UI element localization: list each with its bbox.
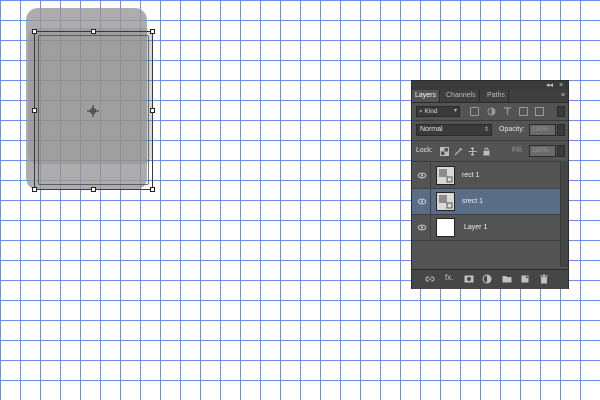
shape-thumbnail-icon — [437, 193, 454, 210]
tab-layers[interactable]: Layers — [412, 90, 441, 102]
layer-thumbnail — [436, 192, 455, 211]
blend-mode-value: Normal — [420, 126, 443, 133]
visibility-eye-icon[interactable] — [414, 163, 431, 188]
lock-all-icon[interactable] — [482, 147, 491, 156]
layer-thumbnail — [436, 166, 455, 185]
tab-channels[interactable]: Channels — [443, 90, 480, 102]
lock-transparent-pixels-icon[interactable] — [440, 147, 449, 156]
fill-label: Fill: — [512, 147, 523, 154]
panel-divider — [412, 161, 568, 162]
new-layer-icon[interactable] — [520, 274, 530, 284]
layer-row-rect-1[interactable]: rect 1 — [412, 163, 560, 189]
mask-icon[interactable] — [464, 274, 474, 284]
transform-handle-left[interactable] — [32, 108, 37, 113]
filter-kind-select[interactable]: ⌕ Kind ▾ — [416, 106, 460, 117]
folder-icon[interactable] — [502, 274, 512, 284]
filter-kind-label: Kind — [424, 108, 438, 115]
transform-handle-top[interactable] — [91, 29, 96, 34]
tab-paths[interactable]: Paths — [484, 90, 509, 102]
layers-panel: ◂◂ × Layers Channels Paths ≡ ⌕ Kind ▾ No… — [411, 80, 569, 289]
adjustment-icon[interactable] — [482, 274, 492, 284]
chevron-updown-icon: ⇕ — [483, 127, 489, 133]
layer-row-srect-1[interactable]: srect 1 — [412, 189, 560, 215]
transform-center-icon[interactable] — [87, 105, 99, 117]
link-icon[interactable] — [425, 274, 435, 284]
search-icon: ⌕ — [419, 108, 423, 115]
transform-handle-top-left[interactable] — [32, 29, 37, 34]
transform-handle-bottom-right[interactable] — [150, 187, 155, 192]
blend-mode-select[interactable]: Normal ⇕ — [416, 124, 492, 136]
filter-toggle-switch[interactable] — [557, 106, 565, 117]
panel-title-bar[interactable]: ◂◂ × — [412, 81, 568, 90]
visibility-eye-icon[interactable] — [414, 189, 431, 214]
transform-handle-top-right[interactable] — [150, 29, 155, 34]
fill-slider-button[interactable] — [557, 145, 565, 157]
shape-filter-icon[interactable] — [519, 107, 528, 116]
layers-scrollbar[interactable] — [560, 161, 568, 267]
close-icon[interactable]: × — [559, 81, 563, 90]
panel-divider — [412, 140, 568, 141]
type-filter-icon[interactable] — [503, 107, 512, 116]
pixel-filter-icon[interactable] — [470, 107, 479, 116]
panel-divider — [412, 120, 568, 121]
chevron-down-icon: ▾ — [453, 108, 457, 114]
transform-handle-right[interactable] — [150, 108, 155, 113]
fill-field[interactable]: 100% — [529, 145, 556, 157]
opacity-field[interactable]: 100% — [529, 124, 556, 136]
layer-thumbnail — [436, 218, 455, 237]
smart-object-filter-icon[interactable] — [535, 107, 544, 116]
fx-icon[interactable]: fx. — [445, 273, 459, 283]
adjustment-filter-icon[interactable] — [487, 107, 496, 116]
lock-position-icon[interactable] — [468, 147, 477, 156]
trash-icon[interactable] — [539, 274, 549, 284]
visibility-eye-icon[interactable] — [414, 215, 431, 240]
layer-name[interactable]: Layer 1 — [464, 224, 487, 231]
lock-label: Lock: — [416, 147, 433, 154]
panel-menu-icon[interactable]: ≡ — [561, 90, 565, 102]
opacity-slider-button[interactable] — [557, 124, 565, 136]
lock-image-pixels-icon[interactable] — [454, 147, 463, 156]
panel-tabs: Layers Channels Paths ≡ — [412, 90, 568, 103]
transform-handle-bottom-left[interactable] — [32, 187, 37, 192]
opacity-label: Opacity: — [499, 126, 525, 133]
transform-handle-bottom[interactable] — [91, 187, 96, 192]
panel-footer: fx. — [412, 269, 568, 289]
shape-thumbnail-icon — [437, 167, 454, 184]
layer-name[interactable]: rect 1 — [462, 172, 480, 179]
layer-row-layer-1[interactable]: Layer 1 — [412, 215, 560, 241]
layer-name[interactable]: srect 1 — [462, 198, 483, 205]
collapse-icon[interactable]: ◂◂ — [546, 81, 553, 90]
